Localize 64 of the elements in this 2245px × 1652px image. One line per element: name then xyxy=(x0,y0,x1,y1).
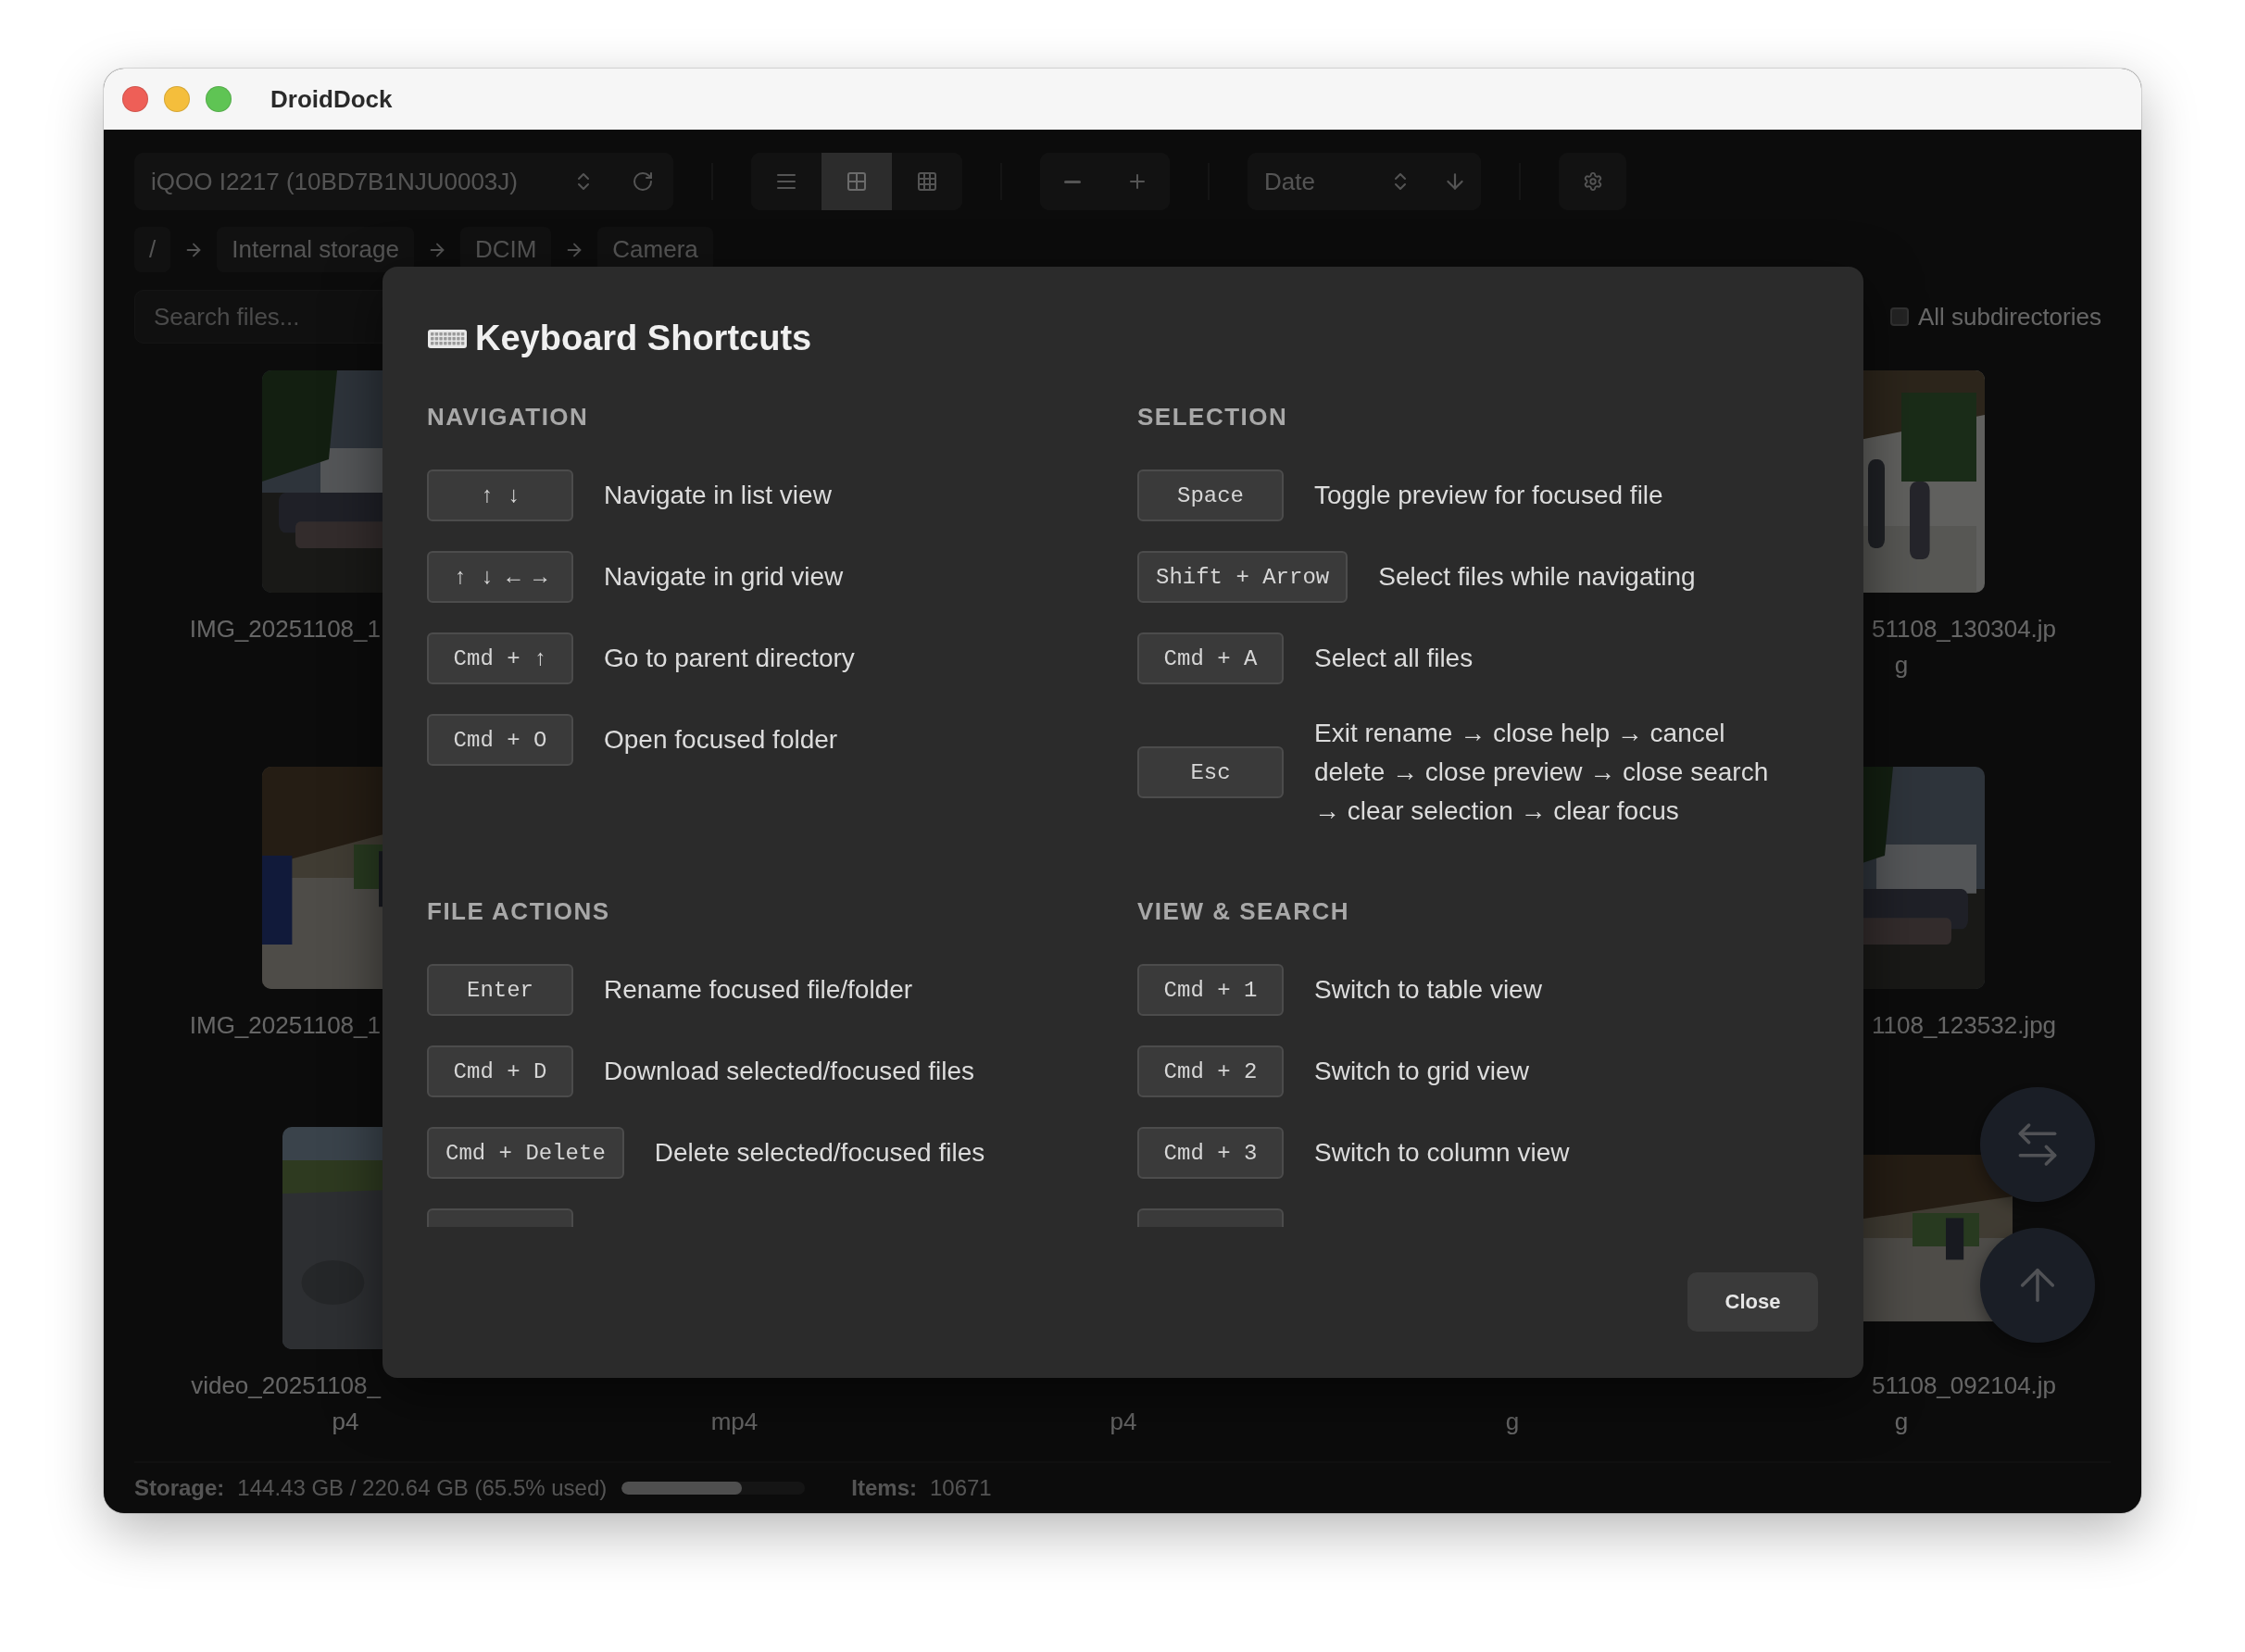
section-heading: NAVIGATION xyxy=(427,403,590,431)
shortcut-description: Go to parent directory xyxy=(604,643,855,674)
shortcut-key: Cmd + Delete xyxy=(427,1127,624,1179)
settings-icon xyxy=(1582,171,1603,192)
shortcut-key: Shift + Arrow xyxy=(1137,551,1348,603)
shortcut-description: Toggle preview for focused file xyxy=(1314,480,1663,511)
file-name: p4 xyxy=(332,1407,359,1437)
shortcut-description: Switch to column view xyxy=(1314,1137,1570,1169)
shortcut-key: Enter xyxy=(427,964,573,1016)
shortcut-description: Switch to table view xyxy=(1314,974,1542,1006)
shortcut-key: ↑ ↓ xyxy=(427,469,573,521)
file-name: video_20251108_ xyxy=(191,1370,381,1401)
refresh-icon xyxy=(631,170,654,193)
minus-icon xyxy=(1064,180,1081,183)
shortcut-key: Space xyxy=(1137,469,1284,521)
dialog-title: Keyboard Shortcuts xyxy=(475,318,812,359)
shortcut-description: Select files while navigating xyxy=(1378,561,1696,593)
shortcut-description: Delete selected/focused files xyxy=(654,1137,985,1169)
shortcut-description: Switch to grid view xyxy=(1314,1056,1529,1087)
storage-value: 144.43 GB / 220.64 GB (65.5% used) xyxy=(237,1475,608,1501)
file-name: 51108_092104.jp xyxy=(1872,1370,2057,1401)
shortcut-description: Navigate in grid view xyxy=(604,561,844,593)
file-name: g xyxy=(1894,1407,1909,1437)
shortcut-key: Cmd + 1 xyxy=(1137,964,1284,1016)
shortcut-key: Cmd + 2 xyxy=(1137,1045,1284,1097)
file-name: g xyxy=(1505,1407,1520,1437)
file-name: g xyxy=(1894,650,1909,681)
view-mode-button[interactable] xyxy=(821,153,892,210)
minimize-window-button[interactable] xyxy=(164,86,190,112)
checkbox[interactable] xyxy=(1890,307,1909,326)
file-name: mp4 xyxy=(710,1407,759,1437)
file-name: 51108_130304.jp xyxy=(1872,614,2057,645)
shortcut-key: ↑ ↓ ← → xyxy=(427,551,573,603)
shortcut-description: Select all files xyxy=(1314,643,1474,674)
file-name: p4 xyxy=(1110,1407,1137,1437)
close-button[interactable]: Close xyxy=(1687,1272,1818,1332)
section-heading: VIEW & SEARCH xyxy=(1137,897,1350,925)
grid-icon xyxy=(846,170,868,193)
file-name: IMG_20251108_1 xyxy=(189,614,381,645)
section-heading: SELECTION xyxy=(1137,403,1289,431)
shortcut-description: Navigate in list view xyxy=(604,480,832,511)
shortcut-key: Cmd + D xyxy=(427,1045,573,1097)
shortcut-description: Rename focused file/folder xyxy=(604,974,913,1006)
storage-label: Storage: xyxy=(134,1475,225,1501)
items-count: 10671 xyxy=(929,1475,992,1501)
shortcut-description: Exit rename → close help → cancel delete → close preview → close search → clear selection → clear focus xyxy=(1314,718,1770,827)
shortcut-description: Download selected/focused files xyxy=(604,1056,974,1087)
shortcut-key: Cmd + A xyxy=(1137,632,1284,684)
shortcut-key: Cmd + ↑ xyxy=(427,632,573,684)
checkbox-label: All subdirectories xyxy=(1918,302,2101,332)
window-title: DroidDock xyxy=(270,84,393,114)
breadcrumb[interactable]: / xyxy=(134,227,171,272)
items-label: Items: xyxy=(851,1475,917,1501)
shortcut-key: Cmd + O xyxy=(427,714,573,766)
dense-grid-icon xyxy=(916,170,938,193)
shortcut-key: Esc xyxy=(1137,746,1284,798)
file-name: 1108_123532.jpg xyxy=(1872,1010,2057,1041)
section-heading: FILE ACTIONS xyxy=(427,897,611,925)
breadcrumb[interactable]: Internal storage xyxy=(217,227,414,272)
close-window-button[interactable] xyxy=(122,86,148,112)
zoom-window-button[interactable] xyxy=(206,86,232,112)
file-name: IMG_20251108_1 xyxy=(189,1010,381,1041)
shortcut-description: Open focused folder xyxy=(604,724,838,756)
shortcut-key: Cmd + 3 xyxy=(1137,1127,1284,1179)
